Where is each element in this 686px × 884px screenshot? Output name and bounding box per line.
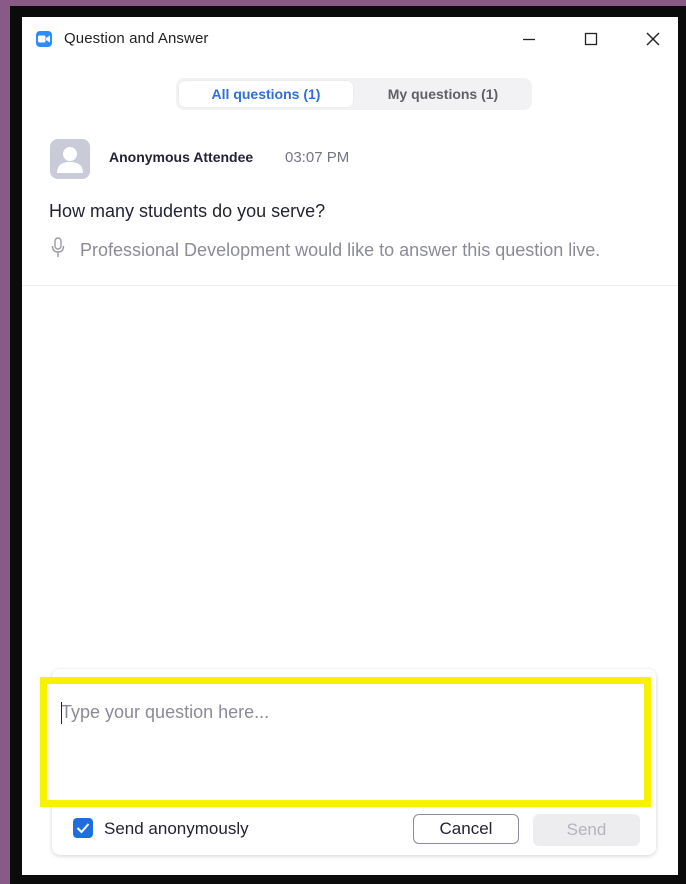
send-anonymously-label[interactable]: Send anonymously <box>104 819 249 839</box>
send-button[interactable]: Send <box>533 814 640 846</box>
minimize-button[interactable] <box>498 17 560 61</box>
avatar <box>50 139 90 179</box>
title-bar[interactable]: Question and Answer <box>22 17 678 61</box>
question-tabs: All questions (1) My questions (1) <box>176 78 532 110</box>
question-item: Anonymous Attendee 03:07 PM How many stu… <box>22 129 678 286</box>
zoom-camera-icon <box>36 31 52 47</box>
close-icon <box>646 32 660 46</box>
qa-window: Question and Answer All questions (1) My… <box>22 17 678 875</box>
question-textarea[interactable] <box>47 684 644 800</box>
question-text: How many students do you serve? <box>49 201 326 221</box>
question-time: 03:07 PM <box>285 149 350 166</box>
answer-live-status: Professional Development would like to a… <box>80 240 601 260</box>
maximize-button[interactable] <box>560 17 622 61</box>
maximize-icon <box>584 32 598 46</box>
close-button[interactable] <box>622 17 678 61</box>
checkmark-icon <box>76 823 90 834</box>
text-caret <box>61 702 62 724</box>
cancel-button[interactable]: Cancel <box>413 814 519 844</box>
user-avatar-icon <box>50 139 90 179</box>
question-input[interactable] <box>40 677 651 807</box>
send-anonymously-checkbox[interactable] <box>73 818 93 838</box>
question-author: Anonymous Attendee <box>109 149 254 165</box>
tab-all-questions[interactable]: All questions (1) <box>179 81 353 107</box>
microphone-icon <box>51 237 65 257</box>
tab-my-questions[interactable]: My questions (1) <box>356 81 530 107</box>
minimize-icon <box>523 38 535 41</box>
window-title: Question and Answer <box>64 30 209 47</box>
